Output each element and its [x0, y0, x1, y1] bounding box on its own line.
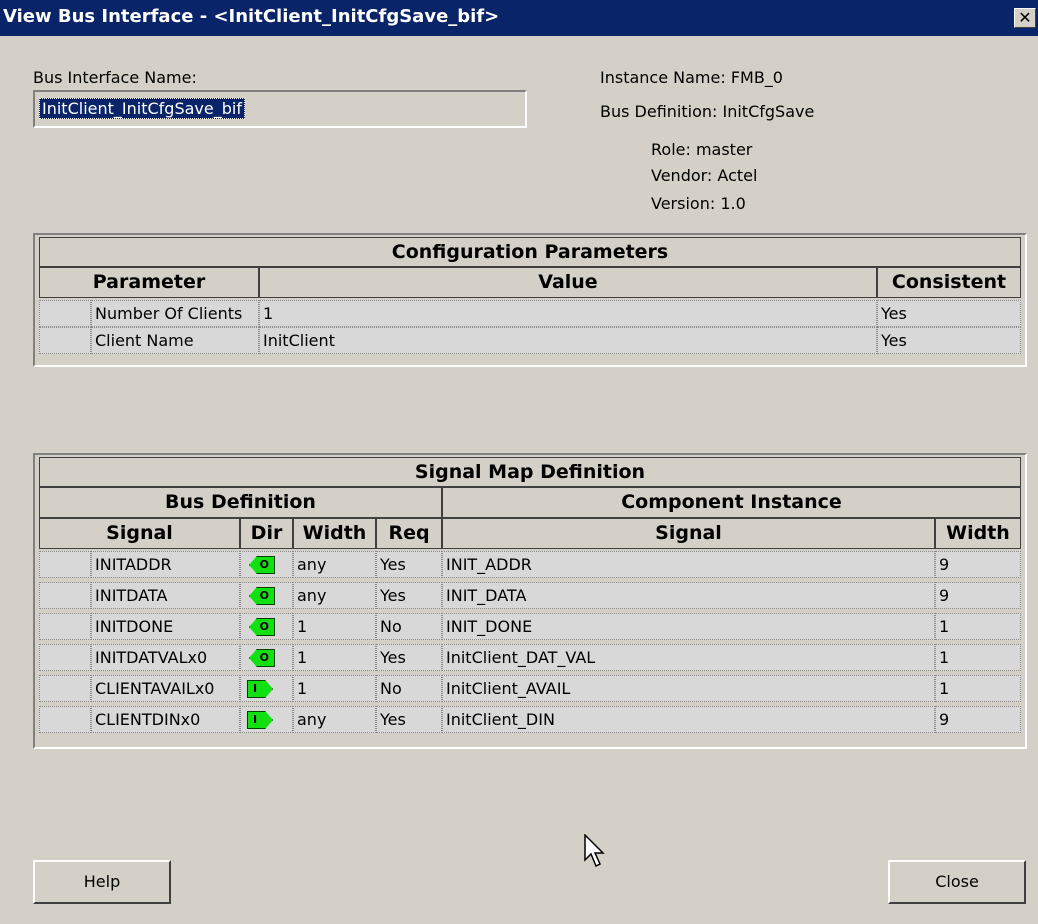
- comp-signal-cell[interactable]: INIT_DONE: [442, 613, 935, 640]
- col-parameter[interactable]: Parameter: [39, 267, 259, 298]
- param-name-cell: Client Name: [91, 327, 259, 354]
- req-cell: No: [376, 613, 442, 640]
- dir-cell: I: [240, 675, 293, 702]
- bus-definition: Bus Definition: InitCfgSave: [600, 102, 815, 121]
- close-button[interactable]: Close: [888, 860, 1026, 904]
- param-name-cell: Number Of Clients: [91, 300, 259, 327]
- comp-signal-cell[interactable]: INIT_DATA: [442, 582, 935, 609]
- signal-row[interactable]: INITADDR Oany Yes INIT_ADDR 9: [39, 551, 1021, 579]
- param-consistent-cell: Yes: [877, 300, 1021, 327]
- dir-cell: O: [240, 613, 293, 640]
- req-cell: Yes: [376, 582, 442, 609]
- bus-width-cell: any: [293, 551, 376, 578]
- bus-signal-cell: CLIENTAVAILx0: [91, 675, 240, 702]
- col-req[interactable]: Req: [376, 518, 442, 549]
- comp-signal-cell[interactable]: InitClient_DIN: [442, 706, 935, 733]
- signal-map-title: Signal Map Definition: [39, 457, 1021, 487]
- bus-width-cell: 1: [293, 613, 376, 640]
- col-dir[interactable]: Dir: [240, 518, 293, 549]
- bus-width-cell: any: [293, 706, 376, 733]
- dir-cell: I: [240, 706, 293, 733]
- row-gutter: [39, 613, 91, 640]
- config-params-title: Configuration Parameters: [39, 237, 1021, 267]
- row-gutter: [39, 327, 91, 354]
- signal-row[interactable]: INITDONE O 1 No INIT_DONE 1: [39, 613, 1021, 641]
- version: Version: 1.0: [651, 194, 746, 213]
- help-button[interactable]: Help: [33, 860, 171, 904]
- config-row[interactable]: Client Name InitClient Yes: [39, 327, 1021, 355]
- title-bar: View Bus Interface - <InitClient_InitCfg…: [0, 0, 1038, 36]
- bus-signal-cell: INITDONE: [91, 613, 240, 640]
- comp-width-cell: 1: [935, 644, 1021, 671]
- row-gutter: [39, 706, 91, 733]
- comp-width-cell: 1: [935, 613, 1021, 640]
- col-bus-signal[interactable]: Signal: [39, 518, 240, 549]
- comp-signal-cell[interactable]: InitClient_DAT_VAL: [442, 644, 935, 671]
- input-pin-icon: I: [247, 711, 273, 729]
- output-pin-icon: O: [249, 587, 275, 605]
- dir-cell: O: [240, 551, 293, 578]
- bus-signal-cell: INITDATA: [91, 582, 240, 609]
- vendor: Vendor: Actel: [651, 166, 758, 185]
- comp-width-cell: 9: [935, 706, 1021, 733]
- req-cell: Yes: [376, 551, 442, 578]
- output-pin-icon: O: [249, 649, 275, 667]
- config-params-table: Configuration Parameters Parameter Value…: [33, 233, 1027, 367]
- comp-signal-cell[interactable]: INIT_ADDR: [442, 551, 935, 578]
- bus-width-cell: any: [293, 582, 376, 609]
- col-bus-width[interactable]: Width: [293, 518, 376, 549]
- comp-width-cell: 9: [935, 551, 1021, 578]
- dir-cell: O: [240, 644, 293, 671]
- bus-width-cell: 1: [293, 644, 376, 671]
- col-comp-signal[interactable]: Signal: [442, 518, 935, 549]
- param-consistent-cell: Yes: [877, 327, 1021, 354]
- param-value-cell[interactable]: InitClient: [259, 327, 877, 354]
- comp-width-cell: 1: [935, 675, 1021, 702]
- col-value[interactable]: Value: [259, 267, 877, 298]
- signal-map-table: Signal Map Definition Bus Definition Com…: [33, 453, 1027, 749]
- bus-signal-cell: INITDATVALx0: [91, 644, 240, 671]
- signal-row[interactable]: CLIENTAVAILx0 I 1 No InitClient_AVAIL 1: [39, 675, 1021, 703]
- req-cell: No: [376, 675, 442, 702]
- group-bus-definition: Bus Definition: [39, 487, 442, 518]
- bus-signal-cell: CLIENTDINx0: [91, 706, 240, 733]
- config-row[interactable]: Number Of Clients 1 Yes: [39, 300, 1021, 328]
- param-value-cell[interactable]: 1: [259, 300, 877, 327]
- row-gutter: [39, 582, 91, 609]
- instance-name: Instance Name: FMB_0: [600, 68, 783, 87]
- bus-signal-cell: INITADDR: [91, 551, 240, 578]
- output-pin-icon: O: [249, 556, 275, 574]
- bus-interface-name-label: Bus Interface Name:: [33, 68, 197, 87]
- mouse-cursor-icon: [584, 834, 605, 868]
- req-cell: Yes: [376, 706, 442, 733]
- dir-cell: O: [240, 582, 293, 609]
- comp-width-cell: 9: [935, 582, 1021, 609]
- signal-row[interactable]: CLIENTDINx0 Iany Yes InitClient_DIN 9: [39, 706, 1021, 734]
- col-consistent[interactable]: Consistent: [877, 267, 1021, 298]
- comp-signal-cell[interactable]: InitClient_AVAIL: [442, 675, 935, 702]
- row-gutter: [39, 300, 91, 327]
- row-gutter: [39, 551, 91, 578]
- group-component-instance: Component Instance: [442, 487, 1021, 518]
- bus-width-cell: 1: [293, 675, 376, 702]
- role: Role: master: [651, 140, 753, 159]
- signal-row[interactable]: INITDATVALx0 O 1 Yes InitClient_DAT_VAL 1: [39, 644, 1021, 672]
- row-gutter: [39, 644, 91, 671]
- signal-row[interactable]: INITDATA Oany Yes INIT_DATA 9: [39, 582, 1021, 610]
- req-cell: Yes: [376, 644, 442, 671]
- row-gutter: [39, 675, 91, 702]
- window-title: View Bus Interface - <InitClient_InitCfg…: [3, 6, 500, 27]
- output-pin-icon: O: [249, 618, 275, 636]
- input-pin-icon: I: [247, 680, 273, 698]
- col-comp-width[interactable]: Width: [935, 518, 1021, 549]
- close-window-icon[interactable]: ✕: [1014, 8, 1036, 28]
- bus-interface-name-value: InitClient_InitCfgSave_bif: [39, 98, 245, 119]
- bus-interface-name-field[interactable]: InitClient_InitCfgSave_bif: [33, 90, 527, 128]
